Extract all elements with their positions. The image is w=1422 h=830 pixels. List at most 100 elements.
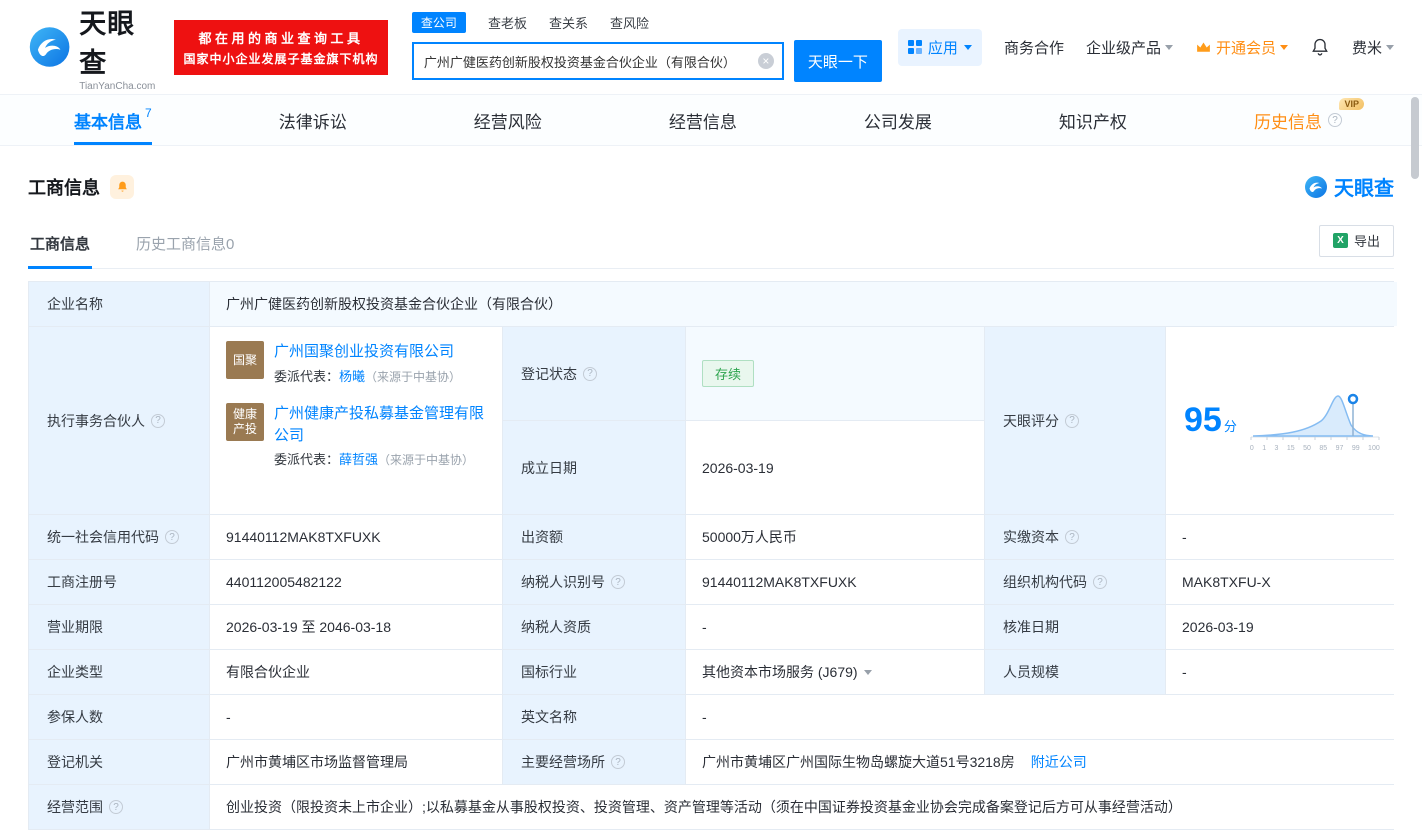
apps-menu[interactable]: 应用 xyxy=(898,29,982,66)
partner-company-link[interactable]: 广州健康产投私募基金管理有限公司 xyxy=(274,403,486,447)
label-taxpayer-id: 纳税人识别号 xyxy=(503,560,685,604)
crown-icon xyxy=(1195,39,1212,56)
search-button[interactable]: 天眼一下 xyxy=(794,40,882,82)
tab-intellectual-property[interactable]: 知识产权 xyxy=(1059,95,1127,145)
tab-label: 历史信息 xyxy=(1254,108,1322,133)
company-tabbar: 基本信息 7 法律诉讼 经营风险 经营信息 公司发展 知识产权 VIP 历史信息 xyxy=(0,94,1422,146)
score-unit: 分 xyxy=(1224,419,1237,434)
help-icon[interactable] xyxy=(1065,414,1079,428)
label-org-code: 组织机构代码 xyxy=(985,560,1165,604)
tab-basic-info[interactable]: 基本信息 7 xyxy=(74,95,152,145)
search-input-wrap xyxy=(412,42,784,80)
help-icon[interactable] xyxy=(165,530,179,544)
chevron-down-icon xyxy=(1386,45,1394,54)
rep-label: 委派代表： xyxy=(274,452,339,467)
clear-search-icon[interactable] xyxy=(758,53,774,69)
search-input[interactable] xyxy=(424,54,754,69)
help-icon[interactable] xyxy=(611,755,625,769)
tab-label: 知识产权 xyxy=(1059,108,1127,133)
label-registration-authority: 登记机关 xyxy=(29,740,209,784)
tab-business-info[interactable]: 经营信息 xyxy=(669,95,737,145)
apps-grid-icon xyxy=(908,40,922,54)
user-menu[interactable]: 费米 xyxy=(1352,37,1394,58)
apps-label: 应用 xyxy=(928,37,958,58)
rep-source: （来源于中基协） xyxy=(365,370,461,384)
section-title: 工商信息 xyxy=(28,174,100,200)
help-icon[interactable] xyxy=(109,800,123,814)
value-tianyan-score: 95分 0131550859799100 xyxy=(1166,327,1397,514)
help-icon[interactable] xyxy=(1328,113,1342,127)
main-content: 工商信息 天眼查 工商信息 历史工商信息0 xyxy=(0,172,1422,830)
scrollbar-thumb[interactable] xyxy=(1411,97,1419,179)
partner-item: 健康产投 广州健康产投私募基金管理有限公司 委派代表：薛哲强（来源于中基协） xyxy=(226,403,486,471)
label-executive-partner: 执行事务合伙人 xyxy=(29,327,209,514)
subtab-business-info[interactable]: 工商信息 xyxy=(28,219,92,268)
logo-domain: TianYanCha.com xyxy=(79,81,158,92)
help-icon[interactable] xyxy=(611,575,625,589)
help-icon[interactable] xyxy=(1093,575,1107,589)
search-tab-company[interactable]: 查公司 xyxy=(412,12,466,33)
subtab-history-business-info[interactable]: 历史工商信息0 xyxy=(134,219,236,268)
logo-title: 天眼查 xyxy=(79,2,158,80)
label-english-name: 英文名称 xyxy=(503,695,685,739)
value-establish-date: 2026-03-19 xyxy=(686,421,984,514)
label-tianyan-score: 天眼评分 xyxy=(985,327,1165,514)
value-credit-code: 91440112MAK8TXFUXK xyxy=(210,515,502,559)
nav-enterprise-products[interactable]: 企业级产品 xyxy=(1086,37,1173,58)
tab-operating-risk[interactable]: 经营风险 xyxy=(474,95,542,145)
value-company-name: 广州广健医药创新股权投资基金合伙企业（有限合伙） xyxy=(210,282,1397,326)
promo-line1: 都在用的商业查询工具 xyxy=(180,28,382,47)
score-value: 95 xyxy=(1184,401,1222,439)
chevron-down-icon xyxy=(1280,45,1288,54)
label-registration-number: 工商注册号 xyxy=(29,560,209,604)
label-registration-status: 登记状态 xyxy=(503,327,685,420)
tab-label: 基本信息 xyxy=(74,108,142,133)
label-approval-date: 核准日期 xyxy=(985,605,1165,649)
header-nav: 应用 商务合作 企业级产品 开通会员 费米 xyxy=(898,29,1394,66)
tab-legal-proceedings[interactable]: 法律诉讼 xyxy=(279,95,347,145)
tianyancha-logo[interactable]: 天眼查 TianYanCha.com xyxy=(28,2,158,92)
rep-person-link[interactable]: 杨曦 xyxy=(339,369,365,384)
search-tabs: 查公司 查老板 查关系 查风险 xyxy=(412,12,882,33)
monitor-bell-icon[interactable] xyxy=(110,175,134,199)
value-insured-count: - xyxy=(210,695,502,739)
rep-label: 委派代表： xyxy=(274,369,339,384)
tianyancha-logo-icon xyxy=(28,24,71,70)
nearby-companies-link[interactable]: 附近公司 xyxy=(1031,752,1087,772)
value-registration-status: 存续 xyxy=(686,327,984,420)
chevron-down-icon xyxy=(964,45,972,54)
watermark-label: 天眼查 xyxy=(1334,172,1394,201)
rep-person-link[interactable]: 薛哲强 xyxy=(339,452,378,467)
search-tab-boss[interactable]: 查老板 xyxy=(488,13,527,32)
label-establish-date: 成立日期 xyxy=(503,421,685,514)
chevron-down-icon[interactable] xyxy=(864,670,872,679)
label-capital: 出资额 xyxy=(503,515,685,559)
partner-company-link[interactable]: 广州国聚创业投资有限公司 xyxy=(274,341,461,363)
value-capital: 50000万人民币 xyxy=(686,515,984,559)
export-button[interactable]: 导出 xyxy=(1319,225,1394,257)
search-tab-relations[interactable]: 查关系 xyxy=(549,13,588,32)
help-icon[interactable] xyxy=(1065,530,1079,544)
value-registration-number: 440112005482122 xyxy=(210,560,502,604)
tianyancha-logo-icon xyxy=(1304,175,1328,199)
nav-open-vip[interactable]: 开通会员 xyxy=(1195,37,1288,58)
promo-banner: 都在用的商业查询工具 国家中小企业发展子基金旗下机构 xyxy=(174,20,388,75)
label-business-address: 主要经营场所 xyxy=(503,740,685,784)
help-icon[interactable] xyxy=(583,367,597,381)
notifications-bell-icon[interactable] xyxy=(1310,37,1330,57)
search-tab-risk[interactable]: 查风险 xyxy=(610,13,649,32)
value-paid-capital: - xyxy=(1166,515,1397,559)
value-business-address: 广州市黄埔区广州国际生物岛螺旋大道51号3218房 附近公司 xyxy=(686,740,1397,784)
value-executive-partner: 国聚 广州国聚创业投资有限公司 委派代表：杨曦（来源于中基协） 健康产投 广州健… xyxy=(210,327,502,514)
vip-badge: VIP xyxy=(1339,98,1364,110)
nav-cooperation[interactable]: 商务合作 xyxy=(1004,37,1064,58)
chevron-down-icon xyxy=(1165,45,1173,54)
tab-history-info[interactable]: VIP 历史信息 xyxy=(1254,95,1348,145)
tab-label: 公司发展 xyxy=(864,108,932,133)
label-tax-qualification: 纳税人资质 xyxy=(503,605,685,649)
label-paid-capital: 实缴资本 xyxy=(985,515,1165,559)
help-icon[interactable] xyxy=(151,414,165,428)
partner-item: 国聚 广州国聚创业投资有限公司 委派代表：杨曦（来源于中基协） xyxy=(226,341,486,387)
label-business-scope: 经营范围 xyxy=(29,785,209,829)
tab-company-development[interactable]: 公司发展 xyxy=(864,95,932,145)
